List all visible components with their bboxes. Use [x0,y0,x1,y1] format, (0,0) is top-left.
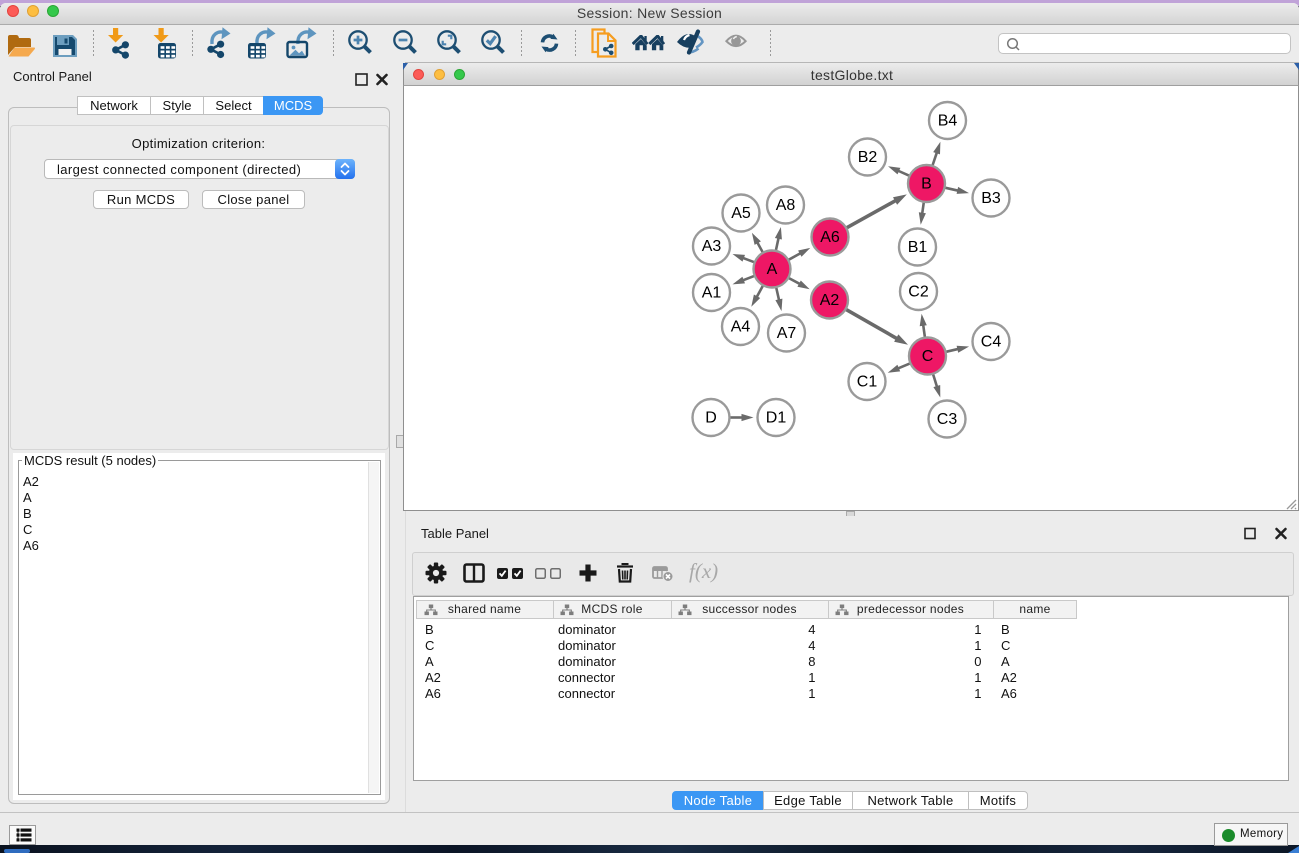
svg-text:B2: B2 [858,149,878,166]
svg-text:B3: B3 [981,190,1001,207]
svg-text:A3: A3 [702,238,722,255]
svg-text:A1: A1 [702,285,722,302]
svg-text:A7: A7 [777,325,797,342]
svg-text:C2: C2 [908,284,929,301]
svg-text:A8: A8 [776,197,796,214]
svg-text:B4: B4 [938,113,958,130]
svg-text:A2: A2 [820,292,840,309]
svg-text:A4: A4 [731,319,751,336]
svg-text:C: C [922,348,934,365]
svg-text:C3: C3 [937,411,958,428]
svg-text:B1: B1 [908,239,928,256]
svg-text:D: D [705,410,717,427]
svg-text:A6: A6 [820,229,840,246]
svg-text:D1: D1 [766,410,787,427]
svg-text:A5: A5 [731,205,751,222]
svg-text:A: A [767,261,778,278]
svg-text:C4: C4 [981,334,1002,351]
svg-text:B: B [921,176,932,193]
svg-text:C1: C1 [857,374,878,391]
